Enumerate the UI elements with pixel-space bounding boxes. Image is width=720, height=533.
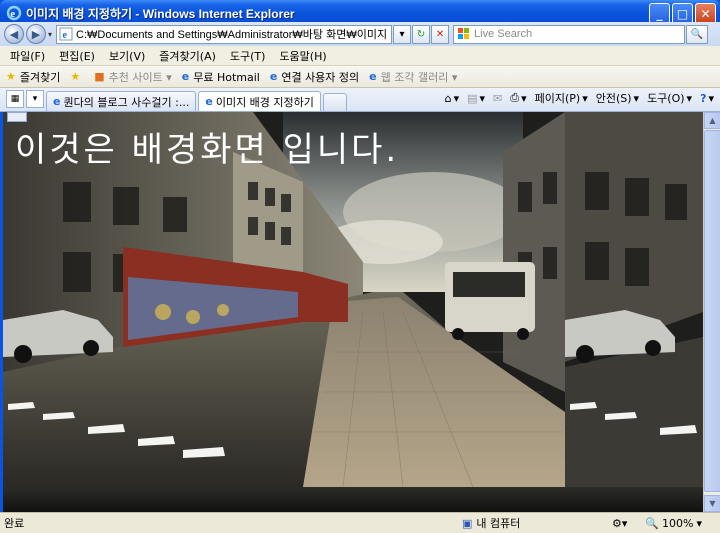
home-button[interactable]: ⌂ ▾: [445, 92, 460, 105]
quick-tabs-button[interactable]: ▦: [6, 90, 24, 108]
ie-page-icon: e: [181, 70, 190, 83]
menu-view[interactable]: 보기(V): [109, 48, 145, 64]
help-button[interactable]: ? ▾: [700, 92, 714, 105]
web-slice-icon: e: [369, 70, 377, 83]
scroll-up-button[interactable]: ▲: [704, 112, 720, 129]
tab-image-background[interactable]: e 이미지 배경 지정하기: [198, 91, 321, 111]
scroll-down-button[interactable]: ▼: [704, 495, 720, 512]
command-bar: ⌂ ▾ ▤ ▾ ✉ ⎙ ▾ 페이지(P) ▾ 안전(S) ▾ 도구(O) ▾ ? ▾: [445, 90, 714, 106]
security-zone[interactable]: ▣ 내 컴퓨터: [462, 515, 520, 531]
close-button[interactable]: ✕: [695, 3, 716, 24]
minimize-button[interactable]: _: [649, 3, 670, 24]
favorites-button[interactable]: ★ 즐겨찾기: [6, 69, 60, 85]
add-favorite-button[interactable]: ★: [70, 70, 84, 83]
printer-icon: ⎙: [510, 91, 520, 104]
tab-active-label: 이미지 배경 지정하기: [215, 95, 314, 109]
page-ie-icon: e: [59, 27, 73, 41]
status-bar: 완료 ▣ 내 컴퓨터 ⚙▾ 🔍 100% ▾: [0, 512, 720, 533]
fav-web-slice-label: 웹 조각 갤러리 ▾: [380, 70, 458, 84]
menu-tools[interactable]: 도구(T): [230, 48, 266, 64]
menu-bar: 파일(F) 편집(E) 보기(V) 즐겨찾기(A) 도구(T) 도움말(H): [0, 46, 720, 66]
search-placeholder: Live Search: [474, 28, 533, 40]
favorites-bar: ★ 즐겨찾기 ★ ■ 추천 사이트 ▾ e 무료 Hotmail e 연결 사용…: [0, 66, 720, 88]
tab-bar: ▦ ▾ e 퀀다의 블로그 사수걸기 :... e 이미지 배경 지정하기 ⌂ ▾…: [0, 88, 720, 112]
background-repeat-strip: [3, 487, 703, 512]
print-button[interactable]: ⎙ ▾: [510, 91, 526, 105]
my-computer-icon: ▣: [462, 516, 473, 530]
safety-menu-label: 안전(S): [595, 92, 632, 105]
zoom-dropdown-icon: ▾: [696, 516, 702, 530]
vertical-scrollbar[interactable]: ▲ ▼: [703, 112, 720, 512]
help-icon: ?: [700, 91, 707, 105]
ie-logo-icon: e: [6, 5, 22, 21]
ie-page-icon: e: [205, 95, 213, 108]
menu-help[interactable]: 도움말(H): [279, 48, 326, 64]
menu-edit[interactable]: 편집(E): [59, 48, 95, 64]
tab-blog[interactable]: e 퀀다의 블로그 사수걸기 :...: [46, 91, 197, 111]
mail-icon: ✉: [493, 91, 503, 105]
svg-text:e: e: [10, 8, 15, 20]
add-star-icon: ★: [70, 70, 81, 83]
new-tab-button[interactable]: [322, 93, 347, 111]
menu-file[interactable]: 파일(F): [10, 48, 45, 64]
tools-menu-label: 도구(O): [647, 92, 685, 105]
fav-customize-label: 연결 사용자 정의: [281, 70, 360, 84]
zoom-control[interactable]: 🔍 100% ▾: [645, 517, 702, 530]
page-menu-label: 페이지(P): [534, 92, 581, 105]
stop-button[interactable]: ✕: [431, 24, 450, 44]
read-mail-button[interactable]: ✉: [493, 92, 502, 105]
rss-icon: ▤: [467, 91, 478, 105]
fav-hotmail[interactable]: e 무료 Hotmail: [182, 69, 260, 85]
star-icon: ★: [6, 70, 16, 83]
page-menu[interactable]: 페이지(P) ▾: [535, 90, 588, 106]
feeds-button[interactable]: ▤ ▾: [467, 92, 485, 105]
ie-page-icon: e: [269, 70, 278, 83]
back-button[interactable]: ◀: [4, 24, 24, 44]
search-field[interactable]: Live Search: [453, 24, 686, 44]
fav-customize-links[interactable]: e 연결 사용자 정의: [270, 69, 359, 85]
home-icon: ⌂: [444, 91, 452, 105]
page-heading: 이것은 배경화면 입니다.: [15, 130, 400, 170]
zoom-icon: 🔍: [645, 516, 660, 530]
refresh-button[interactable]: ↻: [412, 24, 431, 44]
scroll-thumb[interactable]: [704, 130, 720, 492]
fav-suggested-label: 추천 사이트 ▾: [108, 70, 172, 84]
menu-favorites[interactable]: 즐겨찾기(A): [159, 48, 216, 64]
fav-web-slice-gallery[interactable]: e 웹 조각 갤러리 ▾: [369, 69, 457, 85]
protected-mode-icon[interactable]: ⚙▾: [612, 517, 627, 530]
zone-label: 내 컴퓨터: [476, 517, 521, 530]
maximize-button[interactable]: □: [672, 3, 693, 24]
live-search-icon: [458, 28, 470, 39]
favorites-label: 즐겨찾기: [19, 70, 61, 84]
ie-page-icon: e: [53, 95, 61, 108]
zoom-level: 100%: [662, 516, 694, 530]
page-indicator-icon: [7, 112, 27, 122]
search-go-button[interactable]: 🔍: [686, 24, 709, 44]
svg-text:e: e: [63, 30, 68, 41]
tab-list-button[interactable]: ▾: [26, 90, 44, 108]
page-content: 이것은 배경화면 입니다.: [3, 112, 703, 512]
tab-blog-label: 퀀다의 블로그 사수걸기 :...: [63, 95, 190, 109]
address-dropdown-button[interactable]: ▾: [393, 24, 412, 44]
status-text: 완료: [4, 517, 25, 530]
address-bar[interactable]: e C:₩Documents and Settings₩Administrato…: [56, 24, 393, 44]
address-toolbar: ◀ ▶ ▾ e C:₩Documents and Settings₩Admini…: [0, 22, 720, 46]
address-url[interactable]: C:₩Documents and Settings₩Administrator₩…: [76, 26, 391, 42]
suggested-sites-icon: ■: [94, 70, 105, 83]
forward-button[interactable]: ▶: [26, 24, 46, 44]
background-image-tile: [565, 112, 703, 487]
fav-hotmail-label: 무료 Hotmail: [193, 70, 260, 84]
history-dropdown-icon[interactable]: ▾: [48, 30, 52, 39]
window-title: 이미지 배경 지정하기 - Windows Internet Explorer: [26, 6, 295, 21]
safety-menu[interactable]: 안전(S) ▾: [596, 90, 639, 106]
fav-suggested-sites[interactable]: ■ 추천 사이트 ▾: [94, 69, 172, 85]
tools-menu[interactable]: 도구(O) ▾: [647, 90, 692, 106]
